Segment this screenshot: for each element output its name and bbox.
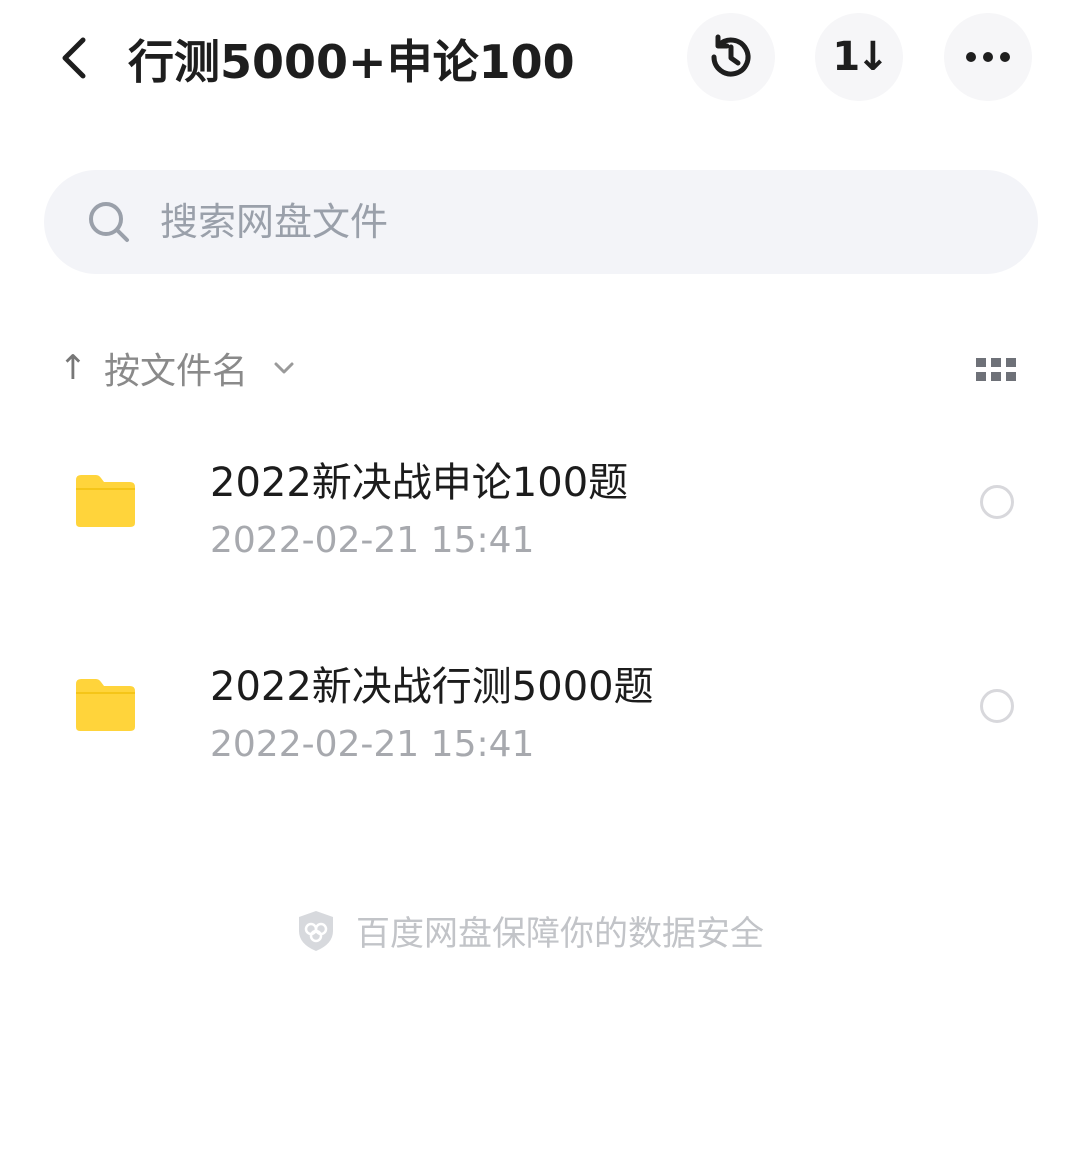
grid-view-icon (976, 358, 1016, 381)
select-checkbox[interactable] (980, 485, 1014, 519)
more-icon (966, 52, 1010, 62)
more-button[interactable] (944, 13, 1032, 101)
search-input[interactable] (158, 199, 922, 245)
back-button[interactable] (46, 28, 102, 88)
file-browser-page: 行测5000+申论100 1↓ 搜索网盘文件 ↑ 按文件名 2022新决战申论1… (0, 0, 1080, 1150)
page-title: 行测5000+申论100 (128, 35, 575, 89)
file-date: 2022-02-21 15:41 (210, 520, 535, 561)
shield-icon (299, 910, 333, 951)
file-name: 2022新决战申论100题 (210, 460, 629, 506)
view-toggle-button[interactable] (972, 352, 1020, 388)
sort-selector[interactable]: ↑ 按文件名 (58, 338, 298, 398)
folder-icon (76, 475, 135, 527)
chevron-down-icon (270, 354, 298, 382)
file-date: 2022-02-21 15:41 (210, 724, 535, 765)
security-notice: 百度网盘保障你的数据安全 (296, 906, 764, 955)
select-checkbox[interactable] (980, 689, 1014, 723)
file-name: 2022新决战行测5000题 (210, 664, 654, 710)
file-list-item[interactable]: 2022新决战行测5000题 2022-02-21 15:41 (0, 636, 1080, 806)
folder-icon (76, 679, 135, 731)
sort-direction-icon: ↑ (58, 348, 88, 388)
history-button[interactable] (687, 13, 775, 101)
search-icon (86, 199, 132, 245)
sort-label: 按文件名 (104, 351, 249, 392)
sort-button[interactable]: 1↓ (815, 13, 903, 101)
history-icon (711, 34, 751, 77)
file-list-item[interactable]: 2022新决战申论100题 2022-02-21 15:41 (0, 432, 1080, 602)
search-bar[interactable] (44, 170, 1038, 274)
chevron-left-icon (62, 37, 86, 79)
top-bar: 行测5000+申论100 1↓ (0, 0, 1080, 120)
security-text: 百度网盘保障你的数据安全 (356, 914, 764, 954)
sort-icon: 1↓ (832, 34, 889, 80)
